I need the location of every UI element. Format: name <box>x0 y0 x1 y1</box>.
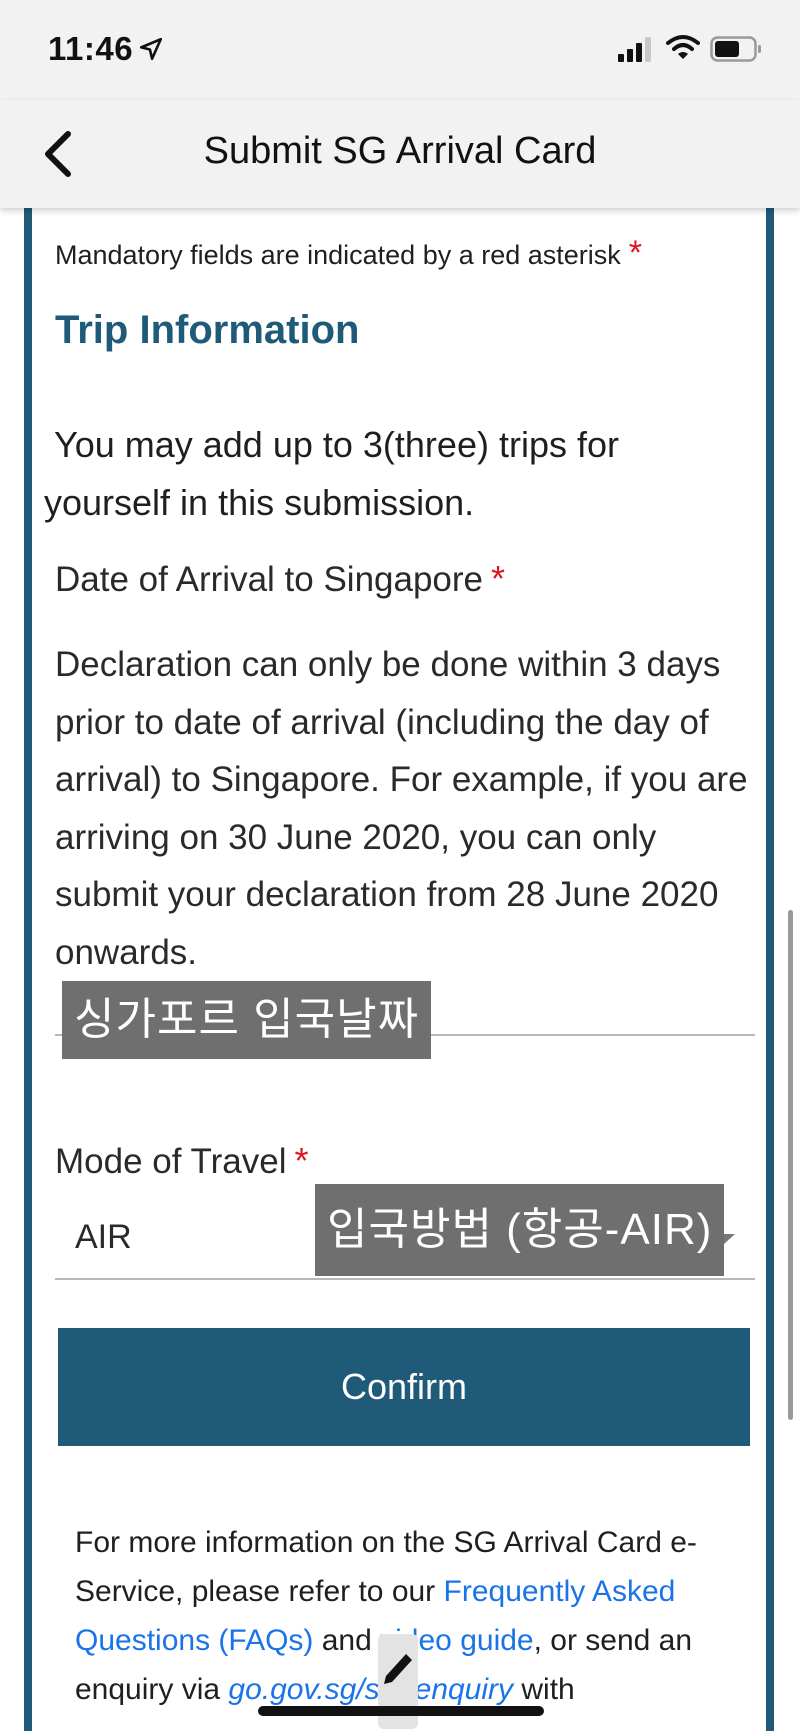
section-title: Trip Information <box>55 308 360 352</box>
confirm-button[interactable]: Confirm <box>58 1328 750 1446</box>
mandatory-note-text: Mandatory fields are indicated by a red … <box>55 240 621 270</box>
mandatory-note: Mandatory fields are indicated by a red … <box>55 234 642 273</box>
date-label-text: Date of Arrival to Singapore <box>55 560 484 599</box>
status-time: 11:46 <box>48 30 134 67</box>
annotation-label-date: 싱가포르 입국날짜 <box>62 981 432 1059</box>
info-text: For more information on the SG Arrival C… <box>75 1518 765 1714</box>
required-asterisk: * <box>628 234 643 272</box>
date-of-arrival-label: Date of Arrival to Singapore * <box>55 558 505 600</box>
required-asterisk: * <box>294 1140 309 1181</box>
wifi-icon <box>666 35 700 59</box>
status-bar: 11:46 <box>0 0 800 100</box>
signal-icon <box>618 37 651 62</box>
nav-bar: Submit SG Arrival Card <box>0 100 800 208</box>
screen: 11:46 Submit SG Arrival Card Mandatory f… <box>0 0 800 1731</box>
trip-note: You may add up to 3(three) trips for you… <box>44 424 619 523</box>
page-title: Submit SG Arrival Card <box>203 130 597 172</box>
pencil-glyph <box>384 1654 412 1684</box>
enquiry-link[interactable]: go.gov.sg/sto-enquiry <box>228 1673 513 1706</box>
required-asterisk: * <box>491 558 506 599</box>
mode-of-travel-label: Mode of Travel * <box>55 1140 309 1182</box>
declaration-note: Declaration can only be done within 3 da… <box>55 645 748 972</box>
home-indicator <box>258 1706 544 1716</box>
battery-icon <box>710 36 761 62</box>
location-arrow-icon <box>139 37 163 61</box>
info-text-part: and <box>313 1624 381 1657</box>
mode-of-travel-value: AIR <box>75 1218 132 1256</box>
info-text-part: with <box>513 1673 575 1706</box>
form-content: Mandatory fields are indicated by a red … <box>0 208 800 1731</box>
annotation-label-mode: 입국방법 (항공-AIR) <box>315 1184 725 1276</box>
mode-label-text: Mode of Travel <box>55 1142 287 1181</box>
